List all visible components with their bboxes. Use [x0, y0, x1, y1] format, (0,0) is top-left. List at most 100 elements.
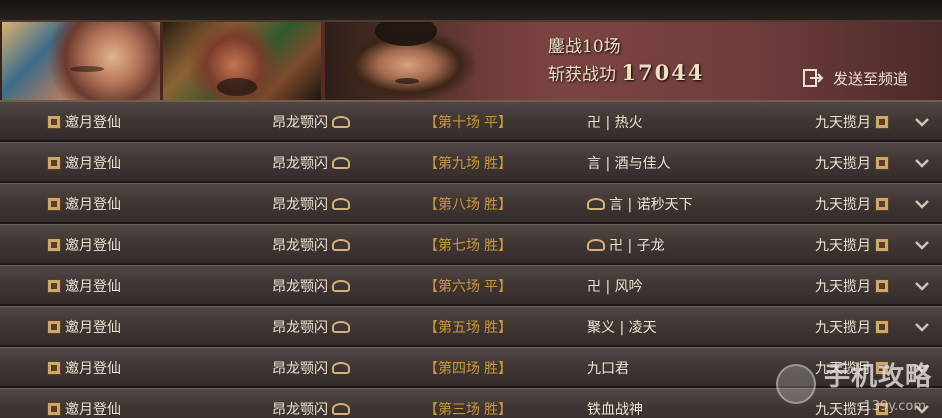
match-record-row[interactable]: 邀月登仙 昂龙颚闪 【第六场 平】 卍 | 风吟 九天揽月: [0, 265, 942, 306]
round-result: 【第十场 平】: [424, 102, 512, 141]
round-label: 【第三场: [424, 401, 480, 418]
match-record-row[interactable]: 邀月登仙 昂龙颚闪 【第八场 胜】 言 | 诺秒天下 九天揽月: [0, 183, 942, 224]
chevron-down-icon[interactable]: [912, 276, 932, 296]
guild-badge-icon: [875, 114, 889, 129]
opponent-name: 卍 | 风吟: [587, 278, 643, 295]
guild-badge-icon: [47, 114, 61, 129]
opponent-name: 言 | 诺秒天下: [609, 196, 693, 213]
chevron-down-icon[interactable]: [912, 235, 932, 255]
round-outcome: 平】: [484, 278, 512, 295]
guild-badge-icon: [47, 155, 61, 170]
opponent-name: 言 | 酒与佳人: [587, 155, 671, 172]
mid-player: 昂龙颚闪: [272, 348, 352, 387]
right-player-name: 九天揽月: [815, 319, 871, 336]
send-to-channel-button[interactable]: 发送至频道: [803, 66, 908, 90]
chevron-down-icon[interactable]: [912, 194, 932, 214]
opponent: 卍 | 风吟: [587, 266, 643, 305]
opponent-name: 卍 | 子龙: [609, 237, 665, 254]
mid-player-name: 昂龙颚闪: [272, 155, 328, 172]
left-player-name: 邀月登仙: [65, 114, 121, 131]
match-record-row[interactable]: 邀月登仙 昂龙颚闪 【第十场 平】 卍 | 热火 九天揽月: [0, 101, 942, 142]
guild-badge-icon: [875, 237, 889, 252]
right-player: 九天揽月: [815, 225, 889, 264]
left-player-name: 邀月登仙: [65, 360, 121, 377]
mid-player-name: 昂龙颚闪: [272, 237, 328, 254]
round-result: 【第六场 平】: [424, 266, 512, 305]
round-outcome: 胜】: [484, 196, 512, 213]
round-label: 【第十场: [424, 114, 480, 131]
opponent: 卍 | 热火: [587, 102, 643, 141]
left-player: 邀月登仙: [47, 225, 121, 264]
right-player: 九天揽月: [815, 143, 889, 182]
opponent: 聚义 | 凌天: [587, 307, 657, 346]
left-player: 邀月登仙: [47, 389, 121, 418]
round-label: 【第七场: [424, 237, 480, 254]
mid-player-name: 昂龙颚闪: [272, 278, 328, 295]
round-outcome: 胜】: [484, 237, 512, 254]
round-label: 【第四场: [424, 360, 480, 377]
round-label: 【第九场: [424, 155, 480, 172]
guild-badge-icon: [47, 360, 61, 375]
opponent: 铁血战神: [587, 389, 643, 418]
flower-badge-icon: [332, 115, 350, 128]
opponent-name: 九口君: [587, 360, 629, 377]
battle-stats: 鏖战10场 斩获战功 17044: [548, 34, 704, 88]
round-outcome: 平】: [484, 114, 512, 131]
guild-badge-icon: [47, 196, 61, 211]
right-player-name: 九天揽月: [815, 237, 871, 254]
mid-player: 昂龙颚闪: [272, 225, 352, 264]
flower-badge-icon: [332, 156, 350, 169]
flower-badge-icon: [332, 197, 350, 210]
chevron-down-icon[interactable]: [912, 317, 932, 337]
left-player-name: 邀月登仙: [65, 401, 121, 418]
merit-line: 斩获战功 17044: [548, 60, 704, 88]
right-player: 九天揽月: [815, 266, 889, 305]
mid-player: 昂龙颚闪: [272, 143, 352, 182]
hero-portrait-1: [2, 22, 160, 100]
opponent: 言 | 酒与佳人: [587, 143, 671, 182]
mid-player: 昂龙颚闪: [272, 266, 352, 305]
opponent-name: 铁血战神: [587, 401, 643, 418]
match-record-row[interactable]: 邀月登仙 昂龙颚闪 【第五场 胜】 聚义 | 凌天 九天揽月: [0, 306, 942, 347]
round-outcome: 胜】: [484, 155, 512, 172]
opponent: 卍 | 子龙: [587, 225, 665, 264]
mid-player: 昂龙颚闪: [272, 102, 352, 141]
mid-player: 昂龙颚闪: [272, 184, 352, 223]
round-result: 【第五场 胜】: [424, 307, 512, 346]
round-label: 【第六场: [424, 278, 480, 295]
match-record-row[interactable]: 邀月登仙 昂龙颚闪 【第九场 胜】 言 | 酒与佳人 九天揽月: [0, 142, 942, 183]
chevron-down-icon[interactable]: [912, 112, 932, 132]
left-player-name: 邀月登仙: [65, 278, 121, 295]
flower-badge-icon: [332, 402, 350, 415]
round-result: 【第九场 胜】: [424, 143, 512, 182]
left-player: 邀月登仙: [47, 184, 121, 223]
right-player-name: 九天揽月: [815, 196, 871, 213]
left-player: 邀月登仙: [47, 143, 121, 182]
match-record-row[interactable]: 邀月登仙 昂龙颚闪 【第七场 胜】 卍 | 子龙 九天揽月: [0, 224, 942, 265]
opponent-name: 聚义 | 凌天: [587, 319, 657, 336]
top-strip: [0, 0, 942, 22]
left-player: 邀月登仙: [47, 266, 121, 305]
flower-badge-icon: [332, 361, 350, 374]
opponent-name: 卍 | 热火: [587, 114, 643, 131]
flower-badge-icon: [332, 279, 350, 292]
chevron-down-icon[interactable]: [912, 153, 932, 173]
guild-badge-icon: [47, 401, 61, 416]
round-result: 【第七场 胜】: [424, 225, 512, 264]
merit-label: 斩获战功: [548, 65, 616, 85]
round-outcome: 胜】: [484, 360, 512, 377]
mid-player-name: 昂龙颚闪: [272, 319, 328, 336]
watermark-url: s139y.com: [856, 399, 926, 414]
round-result: 【第三场 胜】: [424, 389, 512, 418]
mid-player: 昂龙颚闪: [272, 389, 352, 418]
guild-badge-icon: [875, 278, 889, 293]
export-arrow-icon: [803, 69, 824, 87]
site-watermark: 手机攻略 s139y.com: [770, 350, 942, 418]
right-player: 九天揽月: [815, 102, 889, 141]
opponent: 言 | 诺秒天下: [587, 184, 693, 223]
flower-badge-icon: [587, 197, 605, 210]
hero-portrait-2: [163, 22, 321, 100]
match-history-screen: 鏖战10场 斩获战功 17044 发送至频道 邀月登仙 昂龙颚闪 【第十场 平】…: [0, 0, 942, 418]
right-player-name: 九天揽月: [815, 278, 871, 295]
left-player-name: 邀月登仙: [65, 196, 121, 213]
